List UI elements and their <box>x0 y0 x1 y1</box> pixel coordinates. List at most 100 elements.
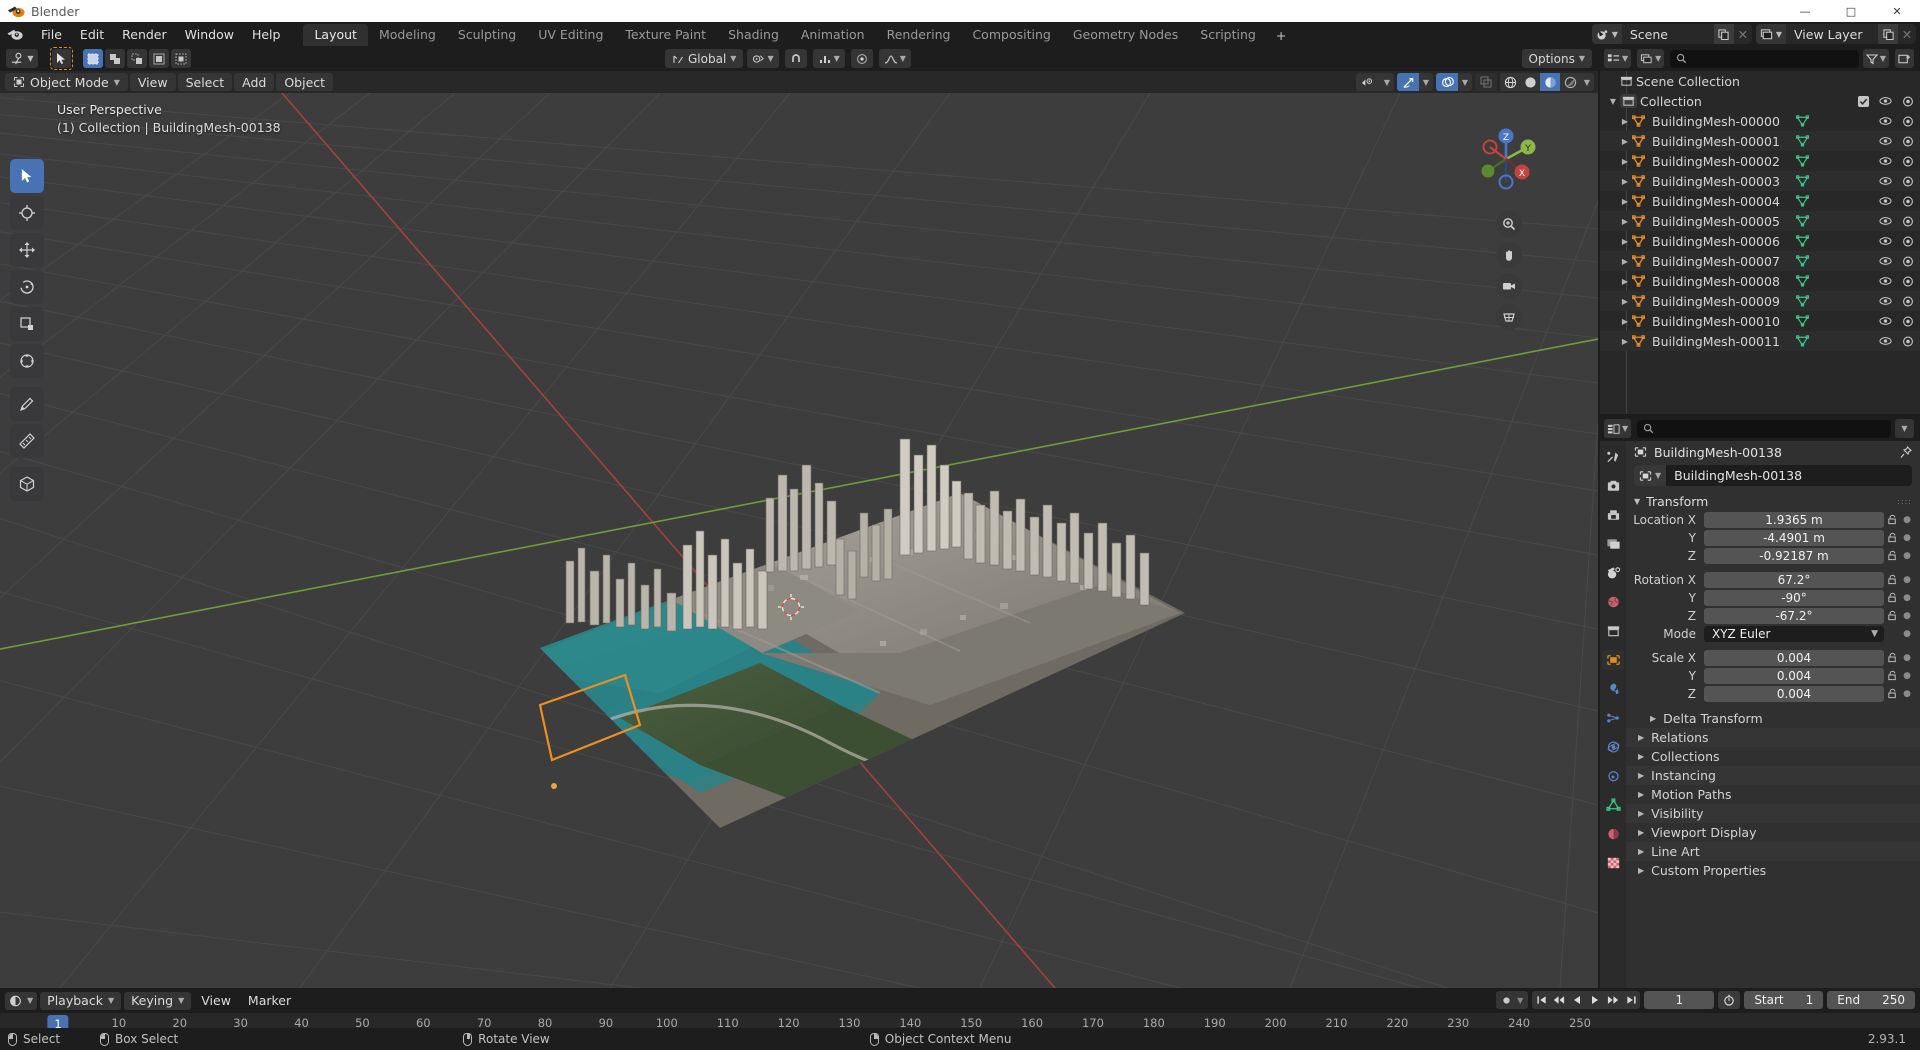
properties-section-header[interactable]: Delta Transform <box>1626 709 1920 728</box>
eye-icon[interactable] <box>1879 196 1892 206</box>
visibility-chevron-down-icon[interactable]: ▼ <box>1380 73 1394 91</box>
camera-icon[interactable] <box>1902 216 1914 227</box>
jump-to-start-button[interactable] <box>1532 991 1550 1009</box>
tool-tweak-button[interactable] <box>10 159 44 193</box>
outliner-row-object[interactable]: BuildingMesh-00007 <box>1600 251 1920 271</box>
properties-section-header[interactable]: Visibility <box>1626 804 1920 823</box>
rotation-mode-dropdown[interactable]: XYZ Euler ▼ <box>1704 626 1884 642</box>
timeline-playback-menu[interactable]: Playback ▼ <box>40 992 121 1010</box>
expand-icon[interactable] <box>1650 714 1656 723</box>
collapse-icon[interactable] <box>1606 97 1620 106</box>
tab-geometry-nodes[interactable]: Geometry Nodes <box>1062 24 1189 46</box>
outliner-row-object[interactable]: BuildingMesh-00004 <box>1600 191 1920 211</box>
camera-icon[interactable] <box>1902 116 1914 127</box>
snap-magnet-icon[interactable] <box>785 49 807 68</box>
menu-window[interactable]: Window <box>176 25 243 44</box>
camera-icon[interactable] <box>1902 196 1914 207</box>
timeline-keying-menu[interactable]: Keying ▼ <box>124 992 191 1010</box>
tab-view-layer[interactable] <box>1602 534 1624 554</box>
camera-icon[interactable] <box>1902 96 1914 107</box>
property-value-field[interactable]: -67.2° <box>1704 608 1884 624</box>
proportional-edit-icon[interactable] <box>851 49 873 68</box>
camera-icon[interactable] <box>1902 176 1914 187</box>
mesh-data-icon[interactable] <box>1796 255 1809 267</box>
previous-keyframe-button[interactable] <box>1550 991 1568 1009</box>
properties-content[interactable]: BuildingMesh-00138 ▼ BuildingMesh-00138 … <box>1626 441 1920 988</box>
mesh-data-icon[interactable] <box>1796 335 1809 347</box>
eye-icon[interactable] <box>1879 96 1892 106</box>
properties-section-header[interactable]: Collections <box>1626 747 1920 766</box>
zoom-icon[interactable] <box>1496 211 1522 237</box>
camera-icon[interactable] <box>1902 156 1914 167</box>
snap-target-icon[interactable]: ▼ <box>813 49 845 68</box>
eye-icon[interactable] <box>1879 316 1892 326</box>
current-frame-field[interactable]: 1 <box>1644 991 1714 1009</box>
auto-keying-toggle[interactable]: ▼ <box>1496 991 1528 1009</box>
timeline-view-menu[interactable]: View <box>194 992 238 1010</box>
eye-icon[interactable] <box>1879 156 1892 166</box>
select-intersect-icon[interactable] <box>171 49 191 68</box>
animate-property-dot[interactable]: ● <box>1900 551 1914 561</box>
tab-sculpting[interactable]: Sculpting <box>447 24 527 46</box>
eye-icon[interactable] <box>1879 296 1892 306</box>
outliner-row-object[interactable]: BuildingMesh-00003 <box>1600 171 1920 191</box>
lock-icon[interactable] <box>1884 574 1900 585</box>
lock-icon[interactable] <box>1884 514 1900 525</box>
property-value-field[interactable]: -0.92187 m <box>1704 548 1884 564</box>
animate-property-dot[interactable]: ● <box>1900 629 1914 639</box>
outliner-row-object[interactable]: BuildingMesh-00002 <box>1600 151 1920 171</box>
tab-world[interactable] <box>1602 592 1624 612</box>
animate-property-dot[interactable]: ● <box>1900 671 1914 681</box>
mesh-data-icon[interactable] <box>1796 155 1809 167</box>
expand-icon[interactable] <box>1618 337 1632 346</box>
shading-solid-icon[interactable] <box>1520 73 1540 91</box>
expand-icon[interactable] <box>1618 117 1632 126</box>
mesh-data-icon[interactable] <box>1796 175 1809 187</box>
outliner-tree[interactable]: Scene Collection Collection <box>1600 71 1920 414</box>
viewport-menu-object[interactable]: Object <box>276 73 333 91</box>
expand-icon[interactable] <box>1618 317 1632 326</box>
eye-icon[interactable] <box>1879 236 1892 246</box>
camera-icon[interactable] <box>1902 236 1914 247</box>
expand-icon[interactable] <box>1618 257 1632 266</box>
object-name-field[interactable]: BuildingMesh-00138 <box>1666 468 1802 483</box>
properties-section-header[interactable]: Viewport Display <box>1626 823 1920 842</box>
select-subtract-icon[interactable] <box>127 49 147 68</box>
property-value-field[interactable]: 67.2° <box>1704 572 1884 588</box>
outliner-row-object[interactable]: BuildingMesh-00008 <box>1600 271 1920 291</box>
expand-icon[interactable] <box>1618 137 1632 146</box>
eye-icon[interactable] <box>1879 256 1892 266</box>
viewport-options-dropdown[interactable]: Options ▼ <box>1522 49 1592 68</box>
object-browse-icon[interactable]: ▼ <box>1634 465 1666 486</box>
expand-icon[interactable] <box>1618 177 1632 186</box>
expand-icon[interactable] <box>1638 809 1644 818</box>
pivot-point-icon[interactable]: ▼ <box>747 49 778 68</box>
shading-mode-selector[interactable]: ▼ <box>1500 73 1594 91</box>
expand-icon[interactable] <box>1618 277 1632 286</box>
lock-icon[interactable] <box>1884 652 1900 663</box>
blender-menu-icon[interactable] <box>6 25 24 43</box>
object-mode-dropdown[interactable]: Object Mode ▼ <box>5 73 128 91</box>
frame-range-fields[interactable]: Start 1 <box>1744 991 1823 1009</box>
viewport-menu-view[interactable]: View <box>130 73 176 91</box>
property-value-field[interactable]: 0.004 <box>1704 668 1884 684</box>
menu-file[interactable]: File <box>32 25 71 44</box>
expand-icon[interactable] <box>1638 828 1644 837</box>
pan-hand-icon[interactable] <box>1496 242 1522 268</box>
start-frame-value[interactable]: 1 <box>1806 993 1814 1007</box>
tool-annotate-button[interactable] <box>10 387 44 421</box>
tab-object-properties[interactable] <box>1602 650 1624 670</box>
tab-modifier-properties[interactable] <box>1602 679 1624 699</box>
lock-icon[interactable] <box>1884 610 1900 621</box>
tab-object-data-properties[interactable] <box>1602 795 1624 815</box>
overlays-selector[interactable]: ▼ <box>1436 73 1472 91</box>
outliner-new-collection-icon[interactable] <box>1895 49 1914 68</box>
properties-section-header[interactable]: Relations <box>1626 728 1920 747</box>
outliner-row-object[interactable]: BuildingMesh-00000 <box>1600 111 1920 131</box>
jump-to-end-button[interactable] <box>1622 991 1640 1009</box>
camera-icon[interactable] <box>1902 336 1914 347</box>
viewport-menu-add[interactable]: Add <box>234 73 274 91</box>
eye-icon[interactable] <box>1879 336 1892 346</box>
animate-property-dot[interactable]: ● <box>1900 533 1914 543</box>
overlays-toggle-icon[interactable] <box>1436 73 1458 91</box>
